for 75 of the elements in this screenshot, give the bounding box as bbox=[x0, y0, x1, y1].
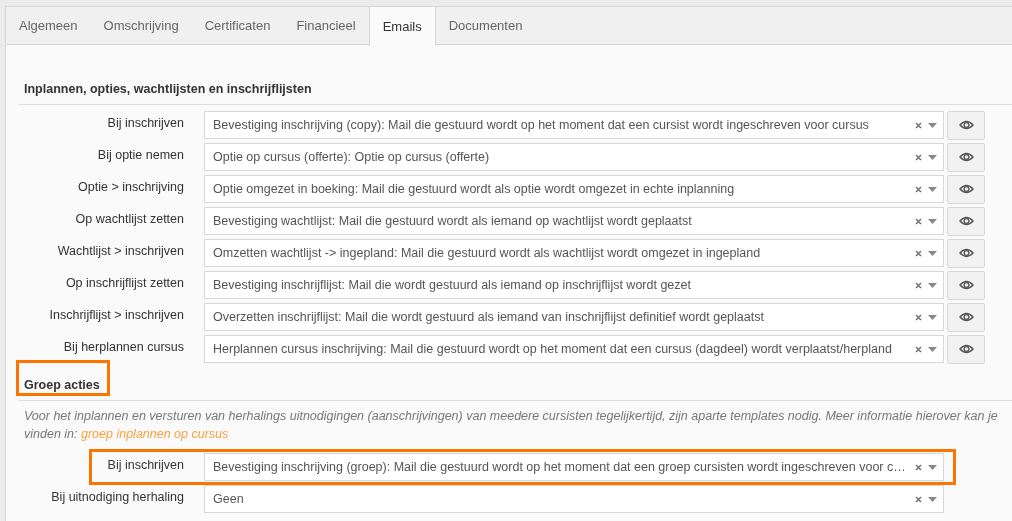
clear-icon[interactable] bbox=[915, 463, 922, 471]
section-heading: Inplannen, opties, wachtlijsten en inschrijflijsten bbox=[23, 82, 312, 96]
eye-icon bbox=[958, 120, 974, 130]
email-template-select[interactable]: Overzetten inschrijflijst: Mail die wordt gestuurd als iemand van inschrijflijst definitief wordt geplaatst bbox=[204, 303, 944, 331]
caret-icon[interactable] bbox=[928, 282, 937, 288]
tab[interactable]: Omschrijving bbox=[90, 7, 192, 45]
field-label: Op wachtlijst zetten bbox=[74, 210, 184, 228]
caret-icon[interactable] bbox=[928, 346, 937, 352]
email-template-select[interactable]: Herplannen cursus inschrijving: Mail die gestuurd wordt op het moment dat een cursus (dagdeel) wordt verplaatst/herpland bbox=[204, 335, 944, 363]
caret-icon[interactable] bbox=[928, 186, 937, 192]
email-template-select[interactable]: Bevestiging inschrijving (groep): Mail die gestuurd wordt op het moment dat een groep cursisten wordt ingeschreven voor c… bbox=[204, 453, 944, 481]
select-value: Bevestiging inschrijving (copy): Mail die gestuurd wordt op het moment dat een cursist wordt ingeschreven voor cursus bbox=[213, 116, 870, 134]
preview-button[interactable] bbox=[947, 238, 985, 268]
preview-button[interactable] bbox=[947, 270, 985, 300]
select-value: Overzetten inschrijflijst: Mail die wordt gestuurd als iemand van inschrijflijst definitief wordt geplaatst bbox=[213, 308, 765, 326]
preview-button[interactable] bbox=[947, 174, 985, 204]
eye-icon bbox=[958, 312, 974, 322]
select-value: Bevestiging wachtlijst: Mail die gestuurd wordt als iemand op wachtlijst wordt geplaatst bbox=[213, 212, 693, 230]
select-value: Optie omgezet in boeking: Mail die gestuurd wordt als optie wordt omgezet in echte inplanning bbox=[213, 180, 736, 198]
clear-icon[interactable] bbox=[915, 217, 922, 225]
caret-icon[interactable] bbox=[928, 154, 937, 160]
caret-icon[interactable] bbox=[928, 464, 937, 470]
field-label: Bij optie nemen bbox=[96, 146, 184, 164]
field-label: Bij herplannen cursus bbox=[62, 338, 184, 356]
field-label: Bij inschrijven bbox=[106, 114, 184, 132]
clear-icon[interactable] bbox=[915, 121, 922, 129]
field-label: Bij inschrijven bbox=[106, 456, 184, 474]
field-label: Bij uitnodiging herhaling bbox=[50, 488, 184, 506]
clear-icon[interactable] bbox=[915, 345, 922, 353]
email-template-select[interactable]: Bevestiging inschrijflijst: Mail die wordt gestuurd als iemand op inschrijflijst wordt gezet bbox=[204, 271, 944, 299]
select-value: Omzetten wachtlijst -> ingepland: Mail die gestuurd wordt als wachtlijst wordt omgezet in ingepland bbox=[213, 244, 762, 262]
caret-icon[interactable] bbox=[928, 122, 937, 128]
tab[interactable]: Financieel bbox=[283, 7, 369, 45]
field-label: Optie > inschrijving bbox=[77, 178, 184, 196]
eye-icon bbox=[958, 280, 974, 290]
select-value: Optie op cursus (offerte): Optie op cursus (offerte) bbox=[213, 148, 491, 166]
email-template-select[interactable]: Bevestiging wachtlijst: Mail die gestuurd wordt als iemand op wachtlijst wordt geplaatst bbox=[204, 207, 944, 235]
tab[interactable]: Emails bbox=[368, 7, 436, 46]
select-value: Herplannen cursus inschrijving: Mail die gestuurd wordt op het moment dat een cursus (dagdeel) wordt verplaatst/herpland bbox=[213, 340, 893, 358]
clear-icon[interactable] bbox=[915, 185, 922, 193]
email-template-select[interactable]: Bevestiging inschrijving (copy): Mail die gestuurd wordt op het moment dat een cursist wordt ingeschreven voor cursus bbox=[204, 111, 944, 139]
eye-icon bbox=[958, 184, 974, 194]
field-label: Op inschrijflijst zetten bbox=[64, 274, 184, 292]
tab[interactable]: Algemeen bbox=[6, 7, 91, 45]
clear-icon[interactable] bbox=[915, 495, 922, 503]
tab[interactable]: Certificaten bbox=[191, 7, 284, 45]
preview-button[interactable] bbox=[947, 142, 985, 172]
eye-icon bbox=[958, 344, 974, 354]
clear-icon[interactable] bbox=[915, 249, 922, 257]
preview-button[interactable] bbox=[947, 334, 985, 364]
caret-icon[interactable] bbox=[928, 314, 937, 320]
preview-button[interactable] bbox=[947, 206, 985, 236]
eye-icon bbox=[958, 152, 974, 162]
clear-icon[interactable] bbox=[915, 281, 922, 289]
email-template-select[interactable]: Optie op cursus (offerte): Optie op cursus (offerte) bbox=[204, 143, 944, 171]
caret-icon[interactable] bbox=[928, 250, 937, 256]
email-template-select[interactable]: Geen bbox=[204, 485, 944, 513]
eye-icon bbox=[958, 216, 974, 226]
field-label: Inschrijflijst > inschrijven bbox=[48, 306, 184, 324]
select-value: Bevestiging inschrijving (groep): Mail die gestuurd wordt op het moment dat een groep cursisten wordt ingeschreven voor c… bbox=[213, 458, 907, 476]
section-heading: Groep acties bbox=[23, 378, 100, 392]
preview-button[interactable] bbox=[947, 302, 985, 332]
clear-icon[interactable] bbox=[915, 313, 922, 321]
preview-button[interactable] bbox=[947, 110, 985, 140]
tab[interactable]: Documenten bbox=[435, 7, 536, 45]
info-paragraph: Voor het inplannen en versturen van herhalings uitnodigingen (aanschrijvingen) van meedere cursisten tegelijkertijd, zijn aparte templates nodig. Meer informatie hierover kan je vinden in: groep inplannen op cursus bbox=[23, 408, 999, 443]
field-label: Wachtlijst > inschrijven bbox=[56, 242, 184, 260]
select-value: Geen bbox=[213, 490, 245, 508]
eye-icon bbox=[958, 248, 974, 258]
email-template-select[interactable]: Omzetten wachtlijst -> ingepland: Mail die gestuurd wordt als wachtlijst wordt omgezet in ingepland bbox=[204, 239, 944, 267]
clear-icon[interactable] bbox=[915, 153, 922, 161]
caret-icon[interactable] bbox=[928, 496, 937, 502]
email-template-select[interactable]: Optie omgezet in boeking: Mail die gestuurd wordt als optie wordt omgezet in echte inplanning bbox=[204, 175, 944, 203]
select-value: Bevestiging inschrijflijst: Mail die wordt gestuurd als iemand op inschrijflijst wordt gezet bbox=[213, 276, 692, 294]
caret-icon[interactable] bbox=[928, 218, 937, 224]
